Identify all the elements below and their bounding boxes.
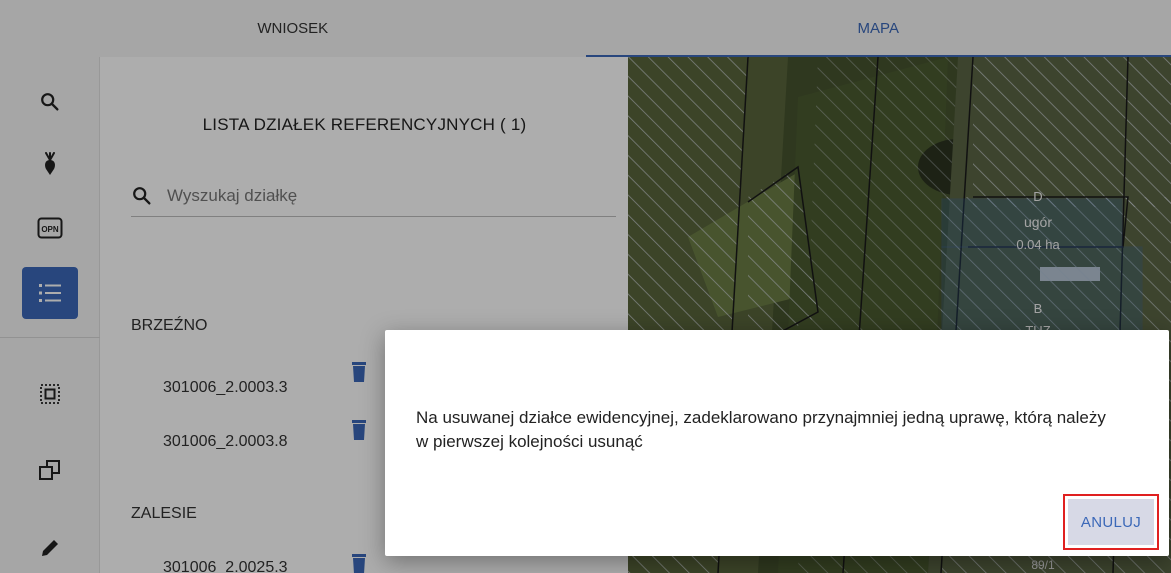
dialog-message: Na usuwanej działce ewidencyjnej, zadekl… bbox=[416, 408, 1106, 451]
warning-dialog: Na usuwanej działce ewidencyjnej, zadekl… bbox=[385, 330, 1169, 556]
highlight-frame: ANULUJ bbox=[1063, 494, 1159, 550]
cancel-button[interactable]: ANULUJ bbox=[1068, 499, 1154, 545]
